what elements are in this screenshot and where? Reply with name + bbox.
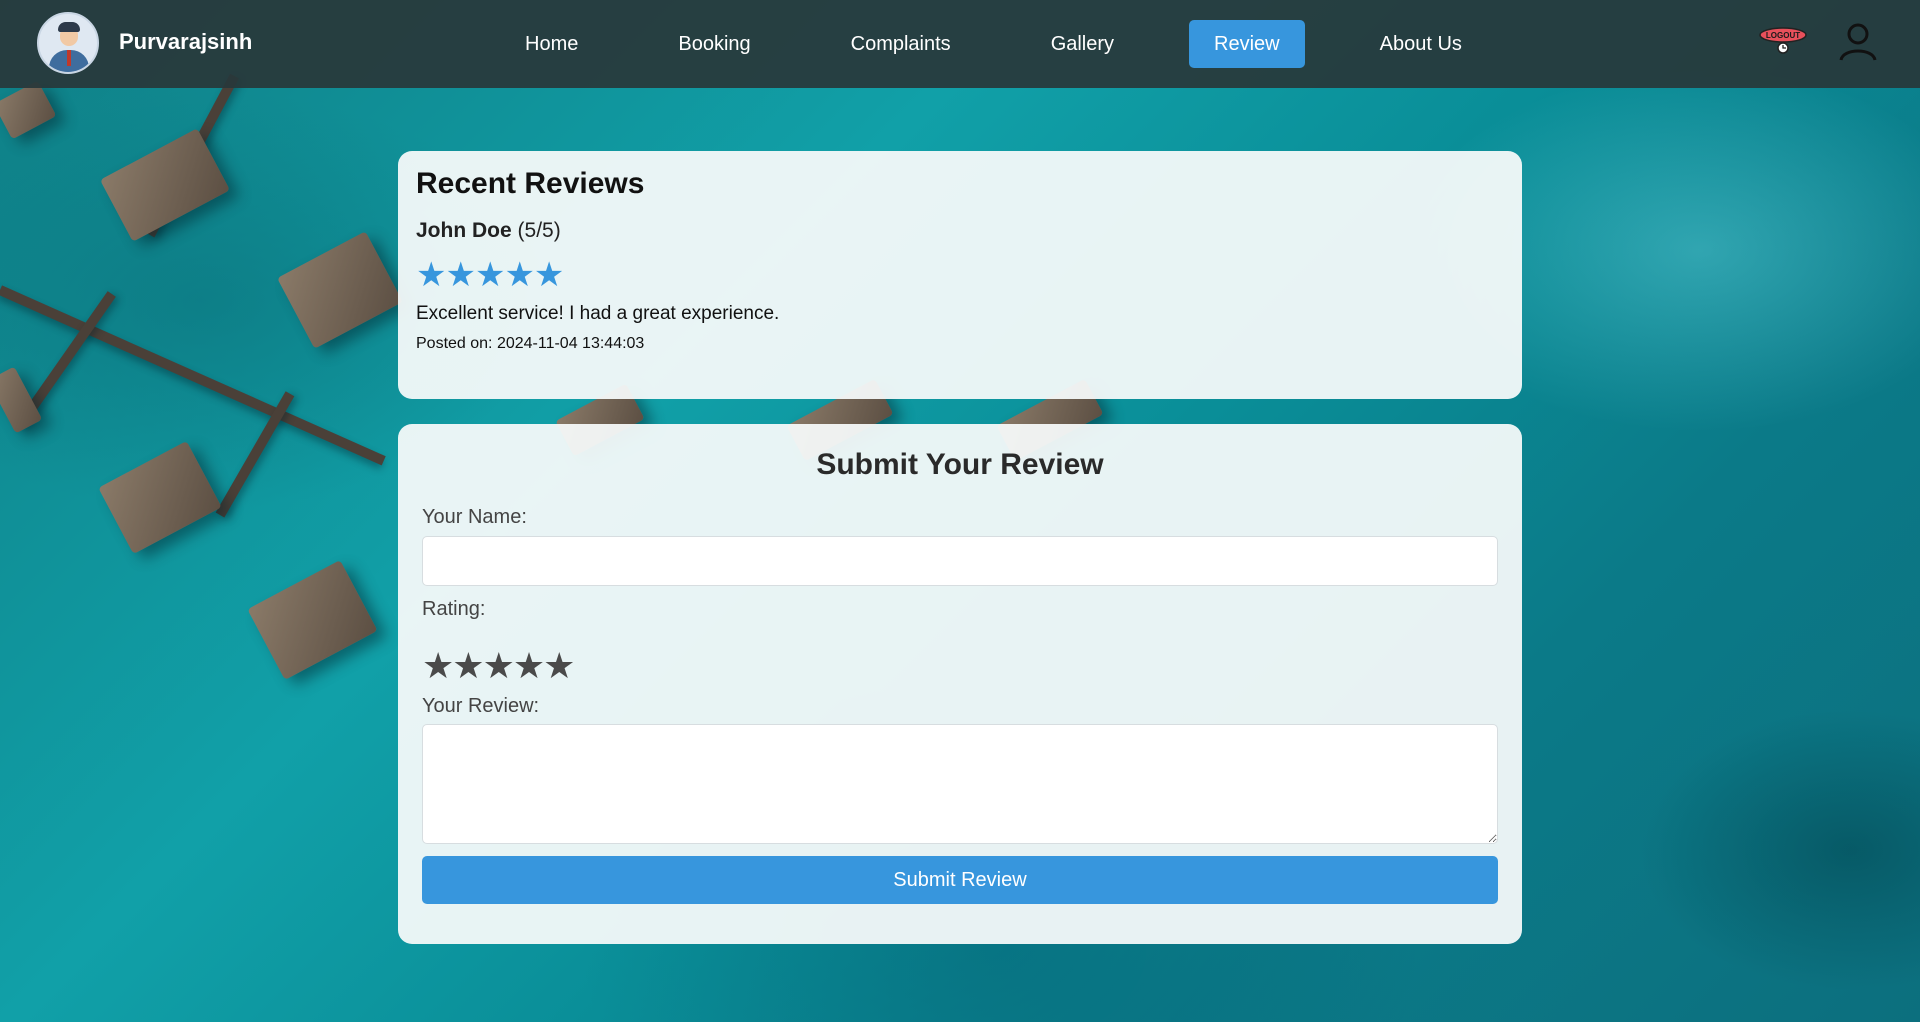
- recent-reviews-card: Recent Reviews John Doe (5/5) ★★★★★ Exce…: [398, 151, 1522, 399]
- review-item: John Doe (5/5) ★★★★★ Excellent service! …: [416, 219, 1504, 353]
- logout-icon[interactable]: LOGOUT: [1758, 26, 1808, 56]
- logout-icon-text: LOGOUT: [1766, 31, 1800, 40]
- rating-star-3[interactable]: ★: [483, 645, 515, 686]
- villa: [0, 80, 57, 140]
- villa: [100, 128, 230, 242]
- nav-links: Home Booking Complaints Gallery Review A…: [500, 20, 1537, 68]
- nav-link-home[interactable]: Home: [500, 20, 603, 68]
- avatar[interactable]: [37, 12, 99, 74]
- villa: [98, 440, 222, 555]
- user-icon[interactable]: [1838, 22, 1878, 62]
- review-text: Excellent service! I had a great experie…: [416, 303, 780, 324]
- review-header: John Doe (5/5): [416, 219, 1504, 243]
- review-label: Your Review:: [422, 695, 540, 717]
- villa: [277, 231, 403, 349]
- rating-star-2[interactable]: ★: [452, 645, 484, 686]
- username-label: Purvarajsinh: [119, 29, 253, 54]
- name-input[interactable]: [422, 536, 1498, 586]
- submit-review-card: Submit Your Review Your Name: Rating: ★★…: [398, 424, 1522, 944]
- review-posted-date: Posted on: 2024-11-04 13:44:03: [416, 335, 645, 352]
- villa: [247, 560, 378, 680]
- avatar-hair: [58, 22, 80, 32]
- walkway: [215, 391, 295, 518]
- recent-reviews-title: Recent Reviews: [416, 167, 645, 200]
- rating-star-4[interactable]: ★: [513, 645, 545, 686]
- submit-review-button[interactable]: Submit Review: [422, 856, 1498, 904]
- review-stars: ★★★★★: [416, 256, 564, 294]
- top-navbar: Purvarajsinh Home Booking Complaints Gal…: [0, 0, 1920, 88]
- review-rating-text: (5/5): [517, 219, 561, 242]
- rating-label: Rating:: [422, 598, 486, 620]
- nav-link-booking[interactable]: Booking: [653, 20, 775, 68]
- nav-link-review[interactable]: Review: [1189, 20, 1305, 68]
- name-label: Your Name:: [422, 506, 527, 528]
- nav-link-about-us[interactable]: About Us: [1355, 20, 1487, 68]
- nav-link-complaints[interactable]: Complaints: [826, 20, 976, 68]
- review-textarea[interactable]: [422, 724, 1498, 844]
- rating-star-1[interactable]: ★: [422, 645, 454, 686]
- rating-star-5[interactable]: ★: [543, 645, 575, 686]
- submit-review-title: Submit Your Review: [816, 448, 1104, 481]
- reviewer-name: John Doe: [416, 219, 512, 242]
- avatar-tie: [67, 50, 71, 66]
- nav-link-gallery[interactable]: Gallery: [1026, 20, 1139, 68]
- rating-stars: ★★★★★: [422, 647, 1498, 685]
